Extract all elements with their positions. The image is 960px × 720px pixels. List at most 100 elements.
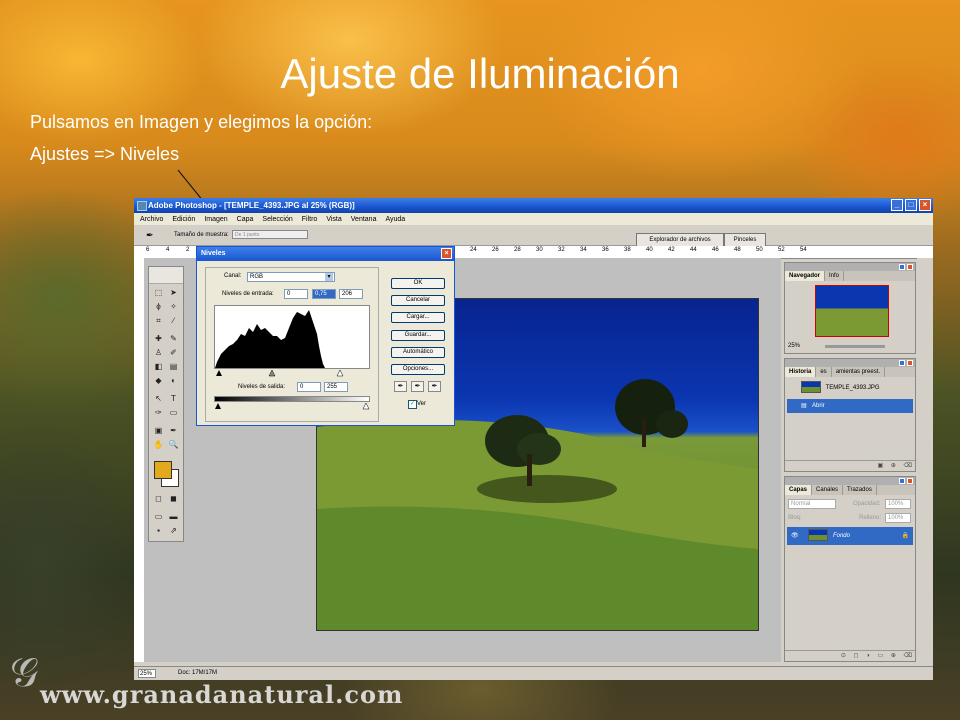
tab-file-browser[interactable]: Explorador de archivos xyxy=(636,233,724,246)
panel-minimize-button[interactable] xyxy=(899,478,905,484)
layer-row-background[interactable]: 👁 Fondo 🔒 xyxy=(787,527,913,545)
history-tabs: Historia es amientas preest. xyxy=(785,367,915,377)
tab-navigator[interactable]: Navegador xyxy=(785,271,826,281)
levels-dialog: Niveles × Canal: RGB ▾ Niveles de entrad… xyxy=(196,246,455,426)
jump-to-imageready-icon[interactable]: ⇗ xyxy=(167,525,180,536)
input-gamma-field[interactable]: 0,75 xyxy=(312,289,336,299)
menu-bar: Archivo Edición Imagen Capa Selección Fi… xyxy=(134,213,933,225)
panel-dock-scrollbar[interactable] xyxy=(917,258,933,662)
menu-ventana[interactable]: Ventana xyxy=(351,216,377,223)
menu-imagen[interactable]: Imagen xyxy=(204,216,227,223)
history-step-row[interactable]: ▤ Abrir xyxy=(787,399,913,413)
tab-info[interactable]: Info xyxy=(825,271,845,281)
white-eyedropper-icon[interactable]: ✒ xyxy=(428,381,441,392)
tab-tool-presets[interactable]: amientas preest. xyxy=(832,367,886,377)
panel-close-button[interactable] xyxy=(907,360,913,366)
panel-minimize-button[interactable] xyxy=(899,264,905,270)
menu-filtro[interactable]: Filtro xyxy=(302,216,318,223)
eyedropper-tool-icon[interactable]: ✒ xyxy=(167,425,180,436)
close-button[interactable]: × xyxy=(919,199,931,211)
history-snapshot-row[interactable]: TEMPLE_4393.JPG xyxy=(787,381,913,395)
screen-mode-3-icon[interactable]: ▪ xyxy=(152,525,165,536)
ruler-mark: 42 xyxy=(668,247,675,253)
input-black-field[interactable]: 0 xyxy=(284,289,308,299)
channel-select[interactable]: RGB ▾ xyxy=(247,272,335,282)
magic-wand-icon[interactable]: ✧ xyxy=(167,301,180,312)
black-eyedropper-icon[interactable]: ✒ xyxy=(394,381,407,392)
opacity-field[interactable]: 100% xyxy=(885,499,911,509)
tab-paths[interactable]: Trazados xyxy=(843,485,877,495)
quickmask-mode-icon[interactable]: ◼ xyxy=(167,493,180,504)
standard-mode-icon[interactable]: ◻ xyxy=(152,493,165,504)
menu-capa[interactable]: Capa xyxy=(237,216,254,223)
navigator-zoom-value[interactable]: 25% xyxy=(788,343,800,349)
navigator-thumbnail[interactable] xyxy=(815,285,889,337)
input-white-field[interactable]: 206 xyxy=(339,289,363,299)
gray-eyedropper-icon[interactable]: ✒ xyxy=(411,381,424,392)
marquee-tool-icon[interactable]: ⬚ xyxy=(152,287,165,298)
cancel-button[interactable]: Cancelar xyxy=(391,295,445,306)
tab-layers[interactable]: Capas xyxy=(785,485,813,495)
tab-history[interactable]: Historia xyxy=(785,367,817,377)
ok-button[interactable]: OK xyxy=(391,278,445,289)
window-title-bar: Adobe Photoshop - [TEMPLE_4393.JPG al 25… xyxy=(134,198,933,213)
panel-minimize-button[interactable] xyxy=(899,360,905,366)
menu-seleccion[interactable]: Selección xyxy=(262,216,292,223)
status-zoom-field[interactable]: 25% xyxy=(138,669,156,678)
screen-mode-2-icon[interactable]: ▬ xyxy=(167,511,180,522)
history-state-icon: ▤ xyxy=(801,403,807,409)
eraser-tool-icon[interactable]: ◧ xyxy=(152,361,165,372)
tab-actions[interactable]: es xyxy=(816,367,832,377)
hand-tool-icon[interactable]: ✋ xyxy=(152,439,165,450)
output-white-field[interactable]: 255 xyxy=(324,382,348,392)
load-button[interactable]: Cargar... xyxy=(391,312,445,323)
dialog-close-button[interactable]: × xyxy=(441,248,452,259)
histogram xyxy=(214,305,370,369)
healing-brush-icon[interactable]: ✚ xyxy=(152,333,165,344)
input-sliders[interactable] xyxy=(214,369,370,377)
crop-tool-icon[interactable]: ⌗ xyxy=(152,315,165,326)
panel-close-button[interactable] xyxy=(907,264,913,270)
fill-field[interactable]: 100% xyxy=(885,513,911,523)
sample-size-select[interactable]: De 1 punto xyxy=(232,230,308,239)
preview-checkbox[interactable]: ✓ xyxy=(408,400,417,409)
menu-ayuda[interactable]: Ayuda xyxy=(385,216,405,223)
notes-tool-icon[interactable]: ▣ xyxy=(152,425,165,436)
input-levels-label: Niveles de entrada: xyxy=(222,291,274,297)
auto-button[interactable]: Automático xyxy=(391,347,445,358)
stamp-tool-icon[interactable]: ♙ xyxy=(152,347,165,358)
gradient-tool-icon[interactable]: ▤ xyxy=(167,361,180,372)
pen-tool-icon[interactable]: ✑ xyxy=(152,407,165,418)
type-tool-icon[interactable]: T xyxy=(167,393,180,404)
slice-tool-icon[interactable]: ∕ xyxy=(167,315,180,326)
ruler-mark: 4 xyxy=(166,247,170,253)
navigator-zoom-slider[interactable] xyxy=(825,345,885,348)
panel-close-button[interactable] xyxy=(907,478,913,484)
screen-mode-1-icon[interactable]: ▭ xyxy=(152,511,165,522)
minimize-button[interactable]: _ xyxy=(891,199,903,211)
dodge-tool-icon[interactable]: ◐ xyxy=(167,375,180,386)
blur-tool-icon[interactable]: ◆ xyxy=(152,375,165,386)
menu-vista[interactable]: Vista xyxy=(326,216,341,223)
ruler-mark: 54 xyxy=(800,247,807,253)
options-button[interactable]: Opciones... xyxy=(391,364,445,375)
lasso-tool-icon[interactable]: ϕ xyxy=(152,301,165,312)
zoom-tool-icon[interactable]: 🔍 xyxy=(167,439,180,450)
maximize-button[interactable]: □ xyxy=(905,199,917,211)
layer-visibility-eye-icon[interactable]: 👁 xyxy=(791,533,799,539)
move-tool-icon[interactable]: ➤ xyxy=(167,287,180,298)
blend-mode-select[interactable]: Normal xyxy=(788,499,836,509)
eyedropper-icon[interactable]: ✒ xyxy=(146,230,154,241)
save-button[interactable]: Guardar... xyxy=(391,330,445,341)
path-select-icon[interactable]: ↖ xyxy=(152,393,165,404)
menu-archivo[interactable]: Archivo xyxy=(140,216,163,223)
foreground-color-swatch[interactable] xyxy=(154,461,172,479)
output-sliders[interactable] xyxy=(214,402,370,410)
shape-tool-icon[interactable]: ▭ xyxy=(167,407,180,418)
output-black-field[interactable]: 0 xyxy=(297,382,321,392)
menu-edicion[interactable]: Edición xyxy=(172,216,195,223)
history-brush-icon[interactable]: ✐ xyxy=(167,347,180,358)
tab-channels[interactable]: Canales xyxy=(812,485,844,495)
brush-tool-icon[interactable]: ✎ xyxy=(167,333,180,344)
tab-brushes[interactable]: Pinceles xyxy=(724,233,766,246)
